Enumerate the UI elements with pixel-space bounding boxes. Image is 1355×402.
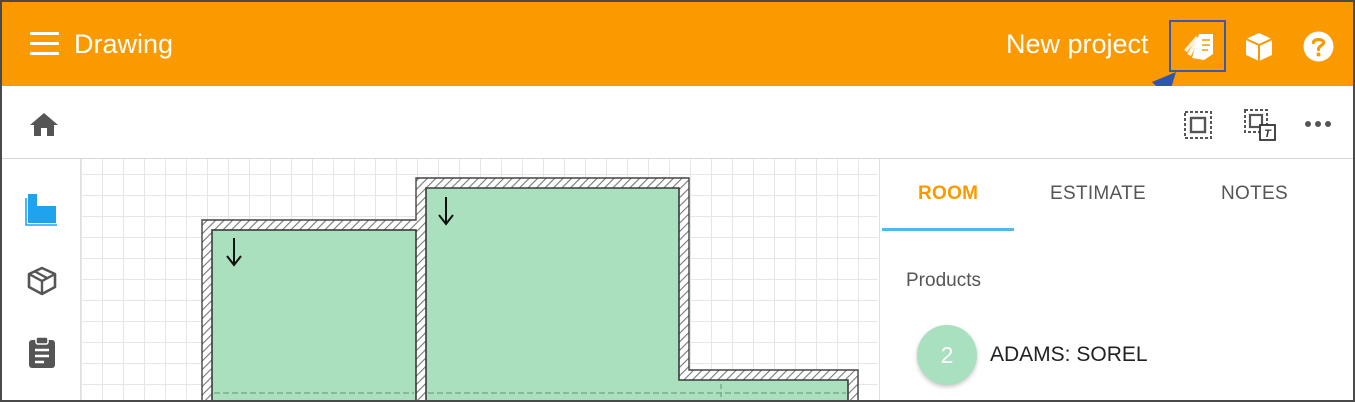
room-main [425,187,849,400]
product-count-badge[interactable]: 2 [917,325,977,385]
3d-view-icon[interactable] [1242,30,1276,64]
tab-room[interactable]: ROOM [918,183,978,205]
drawing-canvas[interactable] [81,159,878,400]
left-sidebar [2,159,81,400]
select-frame-icon[interactable] [1183,110,1213,140]
floor-plan-icon[interactable] [24,192,60,226]
select-text-frame-icon[interactable]: T [1243,108,1277,142]
product-name[interactable]: ADAMS: SOREL [990,343,1148,367]
project-name[interactable]: New project [1006,26,1149,62]
products-heading: Products [906,270,981,291]
tab-notes[interactable]: NOTES [1221,183,1288,205]
more-options-icon[interactable] [1304,120,1332,128]
properties-panel: ROOM ESTIMATE NOTES Products 2 ADAMS: SO… [879,159,1353,400]
tab-estimate[interactable]: ESTIMATE [1050,183,1146,205]
help-icon[interactable] [1302,30,1335,63]
app-window: Drawing New project T ROOM ESTIMATE NOTE… [0,0,1355,402]
products-box-icon[interactable] [25,265,59,297]
toolbar: T [2,86,1353,159]
menu-icon[interactable] [30,32,60,56]
clipboard-icon[interactable] [27,335,57,369]
home-icon[interactable] [29,111,59,137]
room-left [211,229,417,400]
active-tab-indicator [882,228,1014,231]
app-title: Drawing [74,29,174,59]
floor-plan [201,177,859,400]
